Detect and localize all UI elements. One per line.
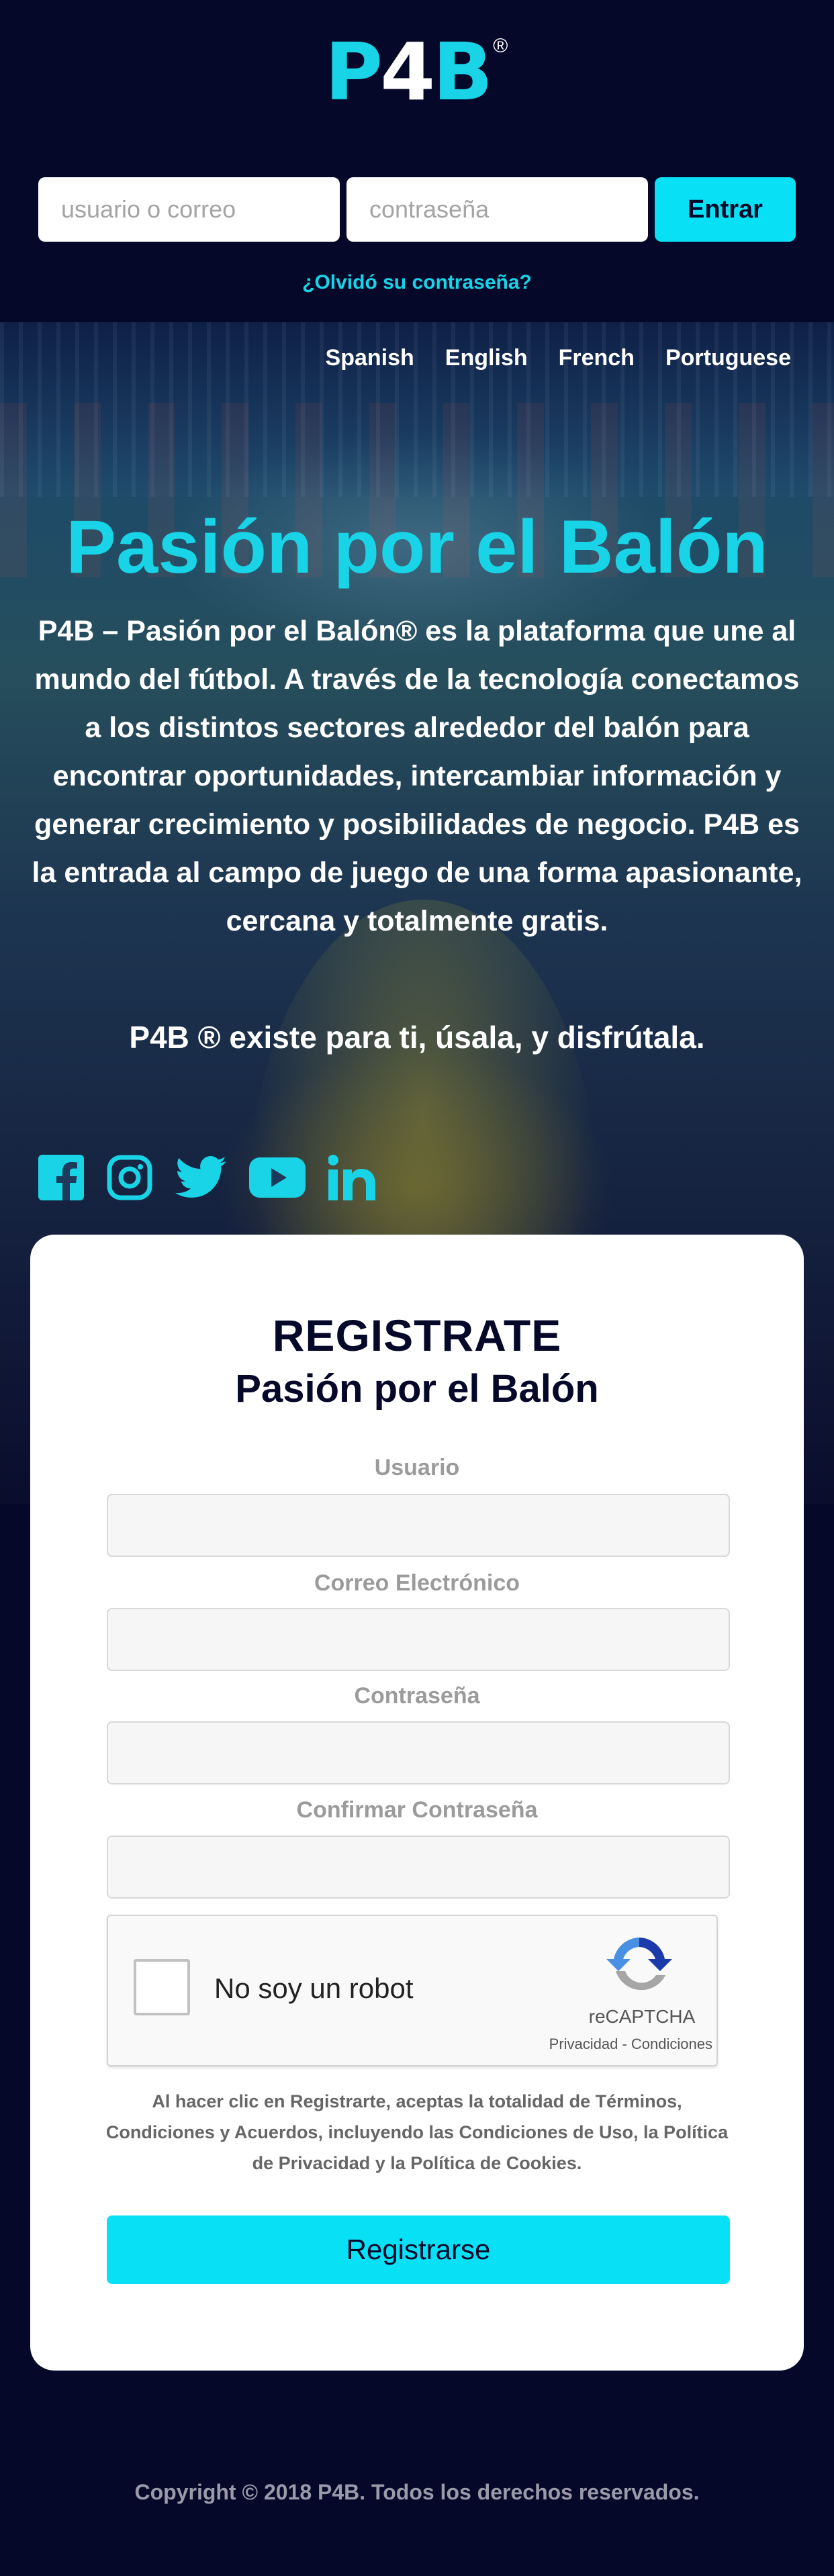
facebook-link[interactable] bbox=[38, 1155, 84, 1200]
register-confirm-password-input[interactable] bbox=[107, 1835, 730, 1899]
language-link-portuguese[interactable]: Portuguese bbox=[665, 345, 791, 371]
language-link-spanish[interactable]: Spanish bbox=[326, 345, 414, 371]
twitter-icon bbox=[175, 1156, 226, 1198]
confirm-password-label: Confirmar Contraseña bbox=[296, 1797, 538, 1823]
login-button[interactable]: Entrar bbox=[655, 177, 796, 242]
recaptcha-checkbox[interactable] bbox=[134, 1959, 190, 2015]
register-subtitle: Pasión por el Balón bbox=[235, 1367, 599, 1411]
register-password-input[interactable] bbox=[107, 1721, 730, 1784]
terms-notice: Al hacer clic en Registrarte, aceptas la… bbox=[105, 2091, 729, 2173]
site-header: P4B ® Entrar ¿Olvidó su contraseña? bbox=[0, 0, 834, 322]
social-links bbox=[38, 1155, 375, 1200]
youtube-link[interactable] bbox=[249, 1157, 306, 1198]
p4b-logo[interactable]: P4B ® bbox=[316, 32, 517, 113]
register-button[interactable]: Registrarse bbox=[107, 2215, 730, 2284]
register-title: REGISTRATE bbox=[272, 1310, 562, 1360]
recaptcha-widget: No soy un robot reCAPTCHA Privacidad - C… bbox=[107, 1915, 718, 2066]
youtube-icon bbox=[249, 1157, 306, 1198]
instagram-icon bbox=[107, 1155, 152, 1200]
footer-copyright: Copyright © 2018 P4B. Todos los derechos… bbox=[134, 2480, 700, 2504]
logo-registered-mark: ® bbox=[493, 35, 508, 57]
register-username-input[interactable] bbox=[107, 1494, 730, 1557]
linkedin-icon bbox=[328, 1155, 375, 1200]
username-label: Usuario bbox=[374, 1455, 460, 1480]
password-input[interactable] bbox=[346, 177, 648, 242]
recaptcha-brand: reCAPTCHA bbox=[588, 2006, 696, 2027]
hero-description: P4B – Pasión por el Balón® es la platafo… bbox=[32, 615, 802, 937]
recaptcha-label: No soy un robot bbox=[214, 1972, 414, 2004]
recaptcha-logo-icon bbox=[606, 1938, 672, 1991]
forgot-password-link[interactable]: ¿Olvidó su contraseña? bbox=[0, 271, 834, 294]
recaptcha-privacy-terms-links[interactable]: Privacidad - Condiciones bbox=[511, 2036, 712, 2053]
twitter-link[interactable] bbox=[175, 1156, 226, 1199]
language-selector: Spanish English French Portuguese bbox=[326, 345, 791, 371]
register-card: REGISTRATE Pasión por el Balón Usuario C… bbox=[30, 1235, 804, 2371]
email-label: Correo Electrónico bbox=[314, 1570, 520, 1596]
login-form: Entrar bbox=[38, 177, 796, 242]
hero-title: Pasión por el Balón bbox=[66, 505, 768, 589]
logo-letter-b: B bbox=[432, 26, 493, 118]
username-input[interactable] bbox=[38, 177, 340, 242]
language-link-french[interactable]: French bbox=[559, 345, 635, 371]
hero-tagline: P4B ® existe para ti, úsala, y disfrútal… bbox=[129, 1020, 705, 1055]
logo-letter-p: P bbox=[324, 26, 383, 118]
register-email-input[interactable] bbox=[107, 1608, 730, 1671]
password-label: Contraseña bbox=[354, 1683, 480, 1709]
logo-wordmark: P4B bbox=[325, 32, 494, 111]
facebook-icon bbox=[38, 1155, 84, 1200]
language-link-english[interactable]: English bbox=[445, 345, 528, 371]
linkedin-link[interactable] bbox=[328, 1155, 375, 1200]
logo-digit-4: 4 bbox=[380, 26, 435, 118]
instagram-link[interactable] bbox=[107, 1155, 152, 1200]
